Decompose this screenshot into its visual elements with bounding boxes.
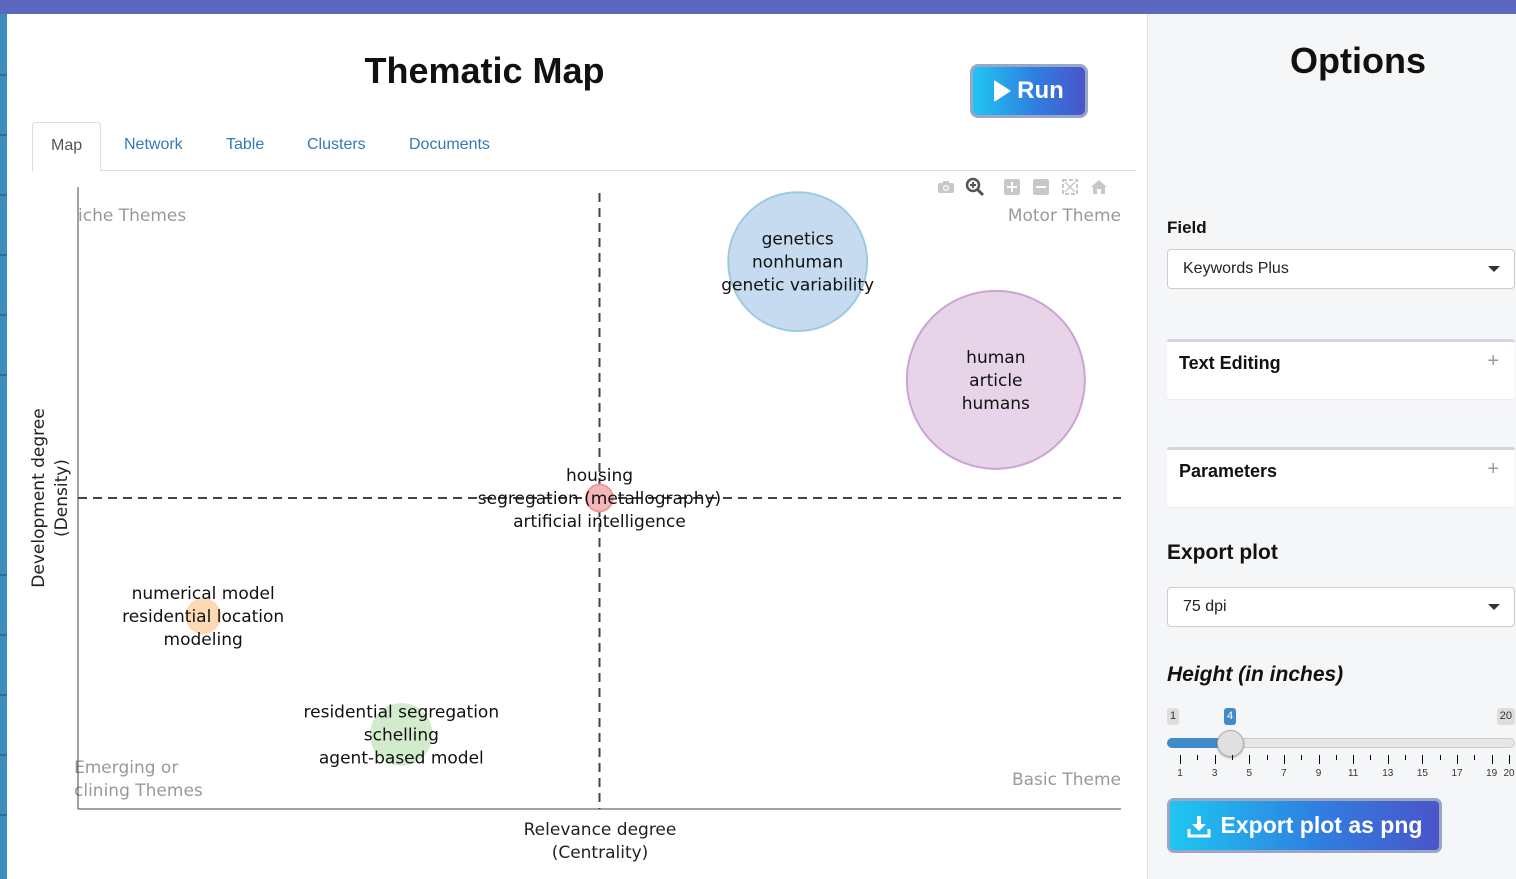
dpi-select-value: 75 dpi (1183, 598, 1227, 615)
expand-plus-icon[interactable]: + (1487, 458, 1499, 481)
bubble-label: segregation (metallography) (478, 489, 721, 509)
slider-tick-label: 5 (1246, 768, 1253, 779)
slider-tick (1439, 755, 1441, 760)
slider-tick (1231, 755, 1233, 760)
slider-handle[interactable] (1217, 730, 1244, 757)
slider-tick-label: 1 (1177, 768, 1183, 779)
height-slider[interactable]: 1 4 20 1 3 5 7 9 11 13 15 17 19 20 (1167, 708, 1515, 788)
slider-value-badge: 4 (1224, 708, 1237, 725)
slider-tick-label: 15 (1416, 768, 1428, 779)
bubble-label: agent-based model (319, 748, 484, 768)
y-axis-title: Development degree (Density) (29, 408, 72, 587)
quadrant-label-emerging: Emerging or clining Themes (74, 758, 203, 801)
bubble-label: numerical model (132, 584, 275, 604)
options-sidebar: Options Field Keywords Plus Text Editing… (1147, 14, 1516, 879)
slider-min-badge: 1 (1167, 708, 1180, 725)
bubble-label: residential segregation (304, 702, 500, 722)
thematic-map-plot[interactable]: iche Themes Motor Theme Emerging or clini… (0, 0, 1147, 879)
download-icon (1187, 815, 1211, 837)
chevron-down-icon (1488, 604, 1500, 610)
slider-tick (1335, 755, 1337, 760)
slider-tick-label: 9 (1315, 768, 1322, 779)
theme-bubble[interactable]: human article humans (905, 289, 1086, 470)
export-png-button[interactable]: Export plot as png (1167, 798, 1442, 853)
slider-tick (1180, 755, 1181, 764)
field-select-value: Keywords Plus (1183, 260, 1289, 277)
slider-tick (1370, 755, 1372, 760)
bubble-label: humans (962, 394, 1030, 414)
bubble-label: residential location (122, 607, 284, 627)
slider-tick-label: 19 (1486, 768, 1498, 779)
bubble-layer: genetics nonhuman genetic variability human… (122, 191, 1086, 768)
slider-tick-label: 13 (1382, 768, 1394, 779)
slider-max-badge: 20 (1496, 708, 1515, 725)
slider-tick-label: 17 (1451, 768, 1463, 779)
chevron-down-icon (1488, 266, 1500, 272)
slider-tick-label: 20 (1503, 768, 1515, 779)
export-button-label: Export plot as png (1220, 812, 1423, 838)
export-plot-title: Export plot (1167, 541, 1278, 564)
sidebar-title: Options (1290, 40, 1426, 81)
slider-tick (1318, 755, 1320, 764)
text-editing-title: Text Editing (1179, 353, 1281, 373)
field-label: Field (1167, 218, 1207, 237)
height-label: Height (in inches) (1167, 663, 1344, 686)
slider-tick (1353, 755, 1355, 764)
quadrant-label-basic: Basic Theme (1012, 770, 1121, 790)
slider-tick (1266, 755, 1268, 760)
slider-tick (1197, 755, 1199, 760)
slider-tick (1249, 755, 1251, 764)
slider-tick (1405, 755, 1407, 760)
slider-tick (1509, 755, 1510, 764)
parameters-panel[interactable]: Parameters + (1167, 447, 1515, 507)
text-editing-panel[interactable]: Text Editing + (1167, 339, 1515, 399)
slider-tick (1491, 755, 1493, 764)
bubble-label: modeling (164, 630, 243, 650)
field-select[interactable]: Keywords Plus (1167, 249, 1515, 289)
bubble-label: schelling (364, 725, 439, 745)
slider-tick-label: 11 (1347, 768, 1359, 779)
bubble-label: artificial intelligence (513, 512, 686, 532)
expand-plus-icon[interactable]: + (1487, 350, 1499, 373)
theme-bubble[interactable]: genetics nonhuman genetic variability (721, 191, 874, 333)
dpi-select[interactable]: 75 dpi (1167, 587, 1515, 627)
quadrant-label-motor: Motor Theme (1008, 206, 1121, 226)
slider-tick (1474, 755, 1476, 760)
bubble-label: human (966, 348, 1025, 368)
theme-bubble[interactable]: numerical model residential location model… (122, 584, 284, 650)
bubble-label: housing (566, 466, 633, 486)
slider-tick (1283, 755, 1285, 764)
bubble-label: genetic variability (721, 276, 874, 296)
bubble-label: genetics (762, 230, 834, 250)
x-axis-title: Relevance degree (Centrality) (524, 820, 677, 863)
slider-tick (1457, 755, 1459, 764)
slider-tick (1422, 755, 1424, 764)
slider-tick-label: 3 (1211, 768, 1218, 779)
theme-bubble[interactable]: residential segregation schelling agent-ba… (304, 702, 500, 768)
quadrant-label-niche: iche Themes (78, 206, 186, 226)
bubble-label: nonhuman (752, 253, 843, 273)
parameters-title: Parameters (1179, 461, 1278, 481)
slider-tick (1387, 755, 1389, 764)
slider-tick (1301, 755, 1303, 760)
slider-tick-label: 7 (1281, 768, 1287, 779)
slider-tick (1214, 755, 1216, 764)
bubble-label: article (969, 371, 1022, 391)
theme-bubble[interactable]: housing segregation (metallography) artifi… (478, 466, 721, 532)
